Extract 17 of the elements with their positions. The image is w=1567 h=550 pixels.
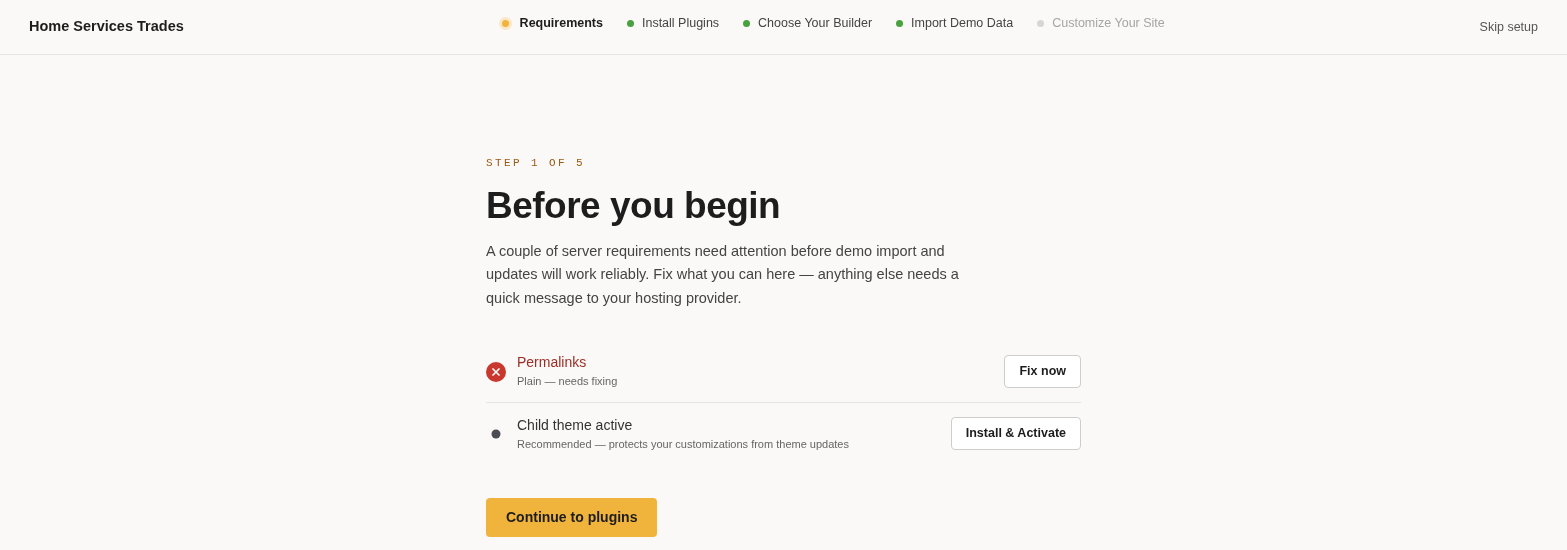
page-heading: Before you begin bbox=[486, 183, 782, 228]
action-button[interactable]: Install & Activate bbox=[950, 417, 1081, 450]
step-label: Requirements bbox=[519, 15, 603, 33]
step-label: Import Demo Data bbox=[911, 15, 1014, 33]
action-button[interactable]: Fix now bbox=[1004, 354, 1081, 388]
continue-button[interactable]: Continue to plugins bbox=[486, 498, 658, 538]
step-counter: STEP 1 OF 5 bbox=[486, 156, 586, 171]
requirement-detail: Plain — needs fixing bbox=[517, 374, 619, 390]
intro-paragraph: A couple of server requirements need attention before demo import and updates will work reliably. Fix what you can here — anything else needs a quick message to your hosting provider. bbox=[486, 241, 960, 308]
step-label: Customize Your Site bbox=[1052, 15, 1165, 33]
requirement-title: Permalinks bbox=[517, 353, 588, 373]
skip-setup-link[interactable]: Skip setup bbox=[1479, 17, 1538, 37]
requirement-title: Child theme active bbox=[517, 415, 634, 435]
site-title: Home Services Trades bbox=[29, 17, 184, 37]
requirement-detail: Recommended — protects your customizations from theme updates bbox=[517, 436, 850, 452]
step-label: Install Plugins bbox=[641, 15, 720, 33]
step-label: Choose Your Builder bbox=[758, 15, 873, 33]
